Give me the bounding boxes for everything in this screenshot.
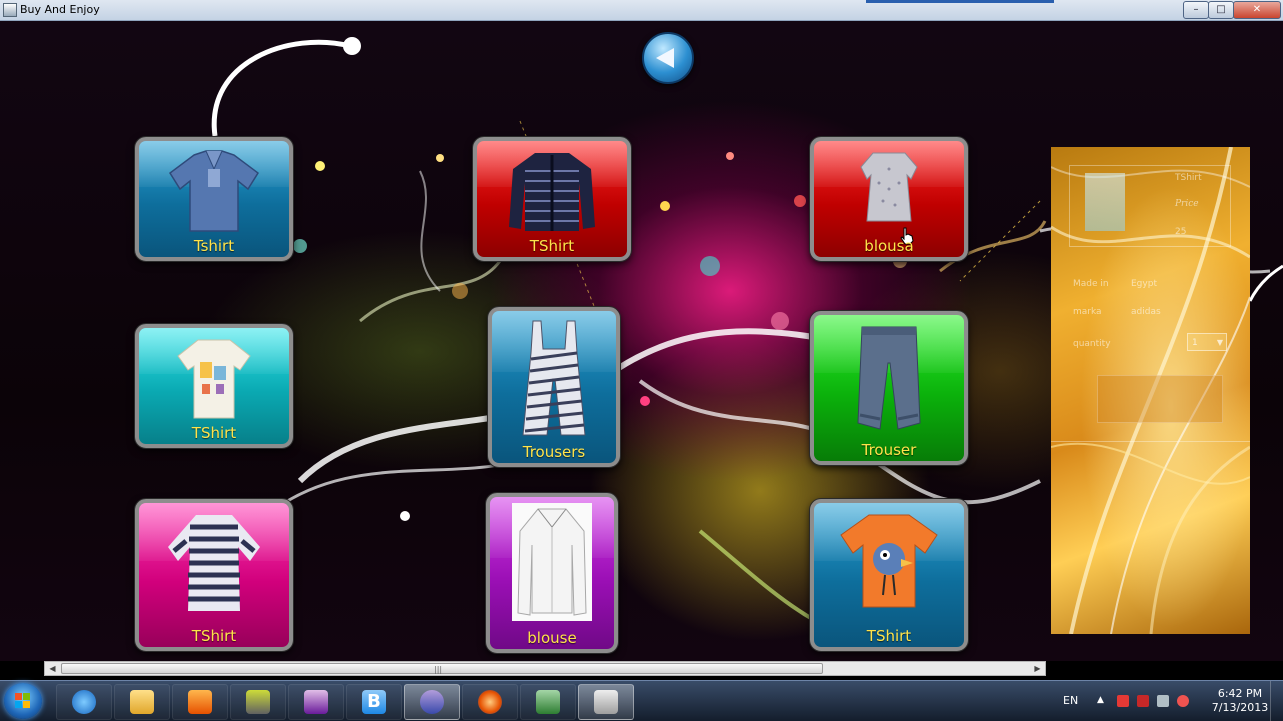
taskbar-shopping-app[interactable] (578, 684, 634, 720)
folder-icon (130, 690, 154, 714)
tools-icon (246, 690, 270, 714)
clock-date: 7/13/2013 (1211, 701, 1269, 714)
title-progress-strip (866, 0, 1054, 3)
product-tile-1[interactable]: Tshirt (135, 137, 293, 261)
chevron-down-icon: ▼ (1216, 338, 1223, 347)
scroll-right-icon[interactable]: ▶ (1030, 662, 1045, 675)
taskbar-network-app[interactable] (520, 684, 576, 720)
product-tile-5[interactable]: Trousers (488, 307, 620, 467)
blouse-icon (860, 152, 918, 222)
clock-time: 6:42 PM (1217, 687, 1263, 700)
product-details-panel: TShirt Price 25 Made in Egypt marka adid… (1051, 147, 1250, 634)
marka-label: marka (1073, 307, 1102, 317)
taskbar-tools[interactable] (230, 684, 286, 720)
product-label: blouse (527, 629, 577, 647)
window-titlebar: Buy And Enjoy – □ ✕ (0, 0, 1283, 21)
marka-value: adidas (1131, 307, 1161, 317)
buy-button[interactable] (1097, 375, 1223, 423)
product-tile-9[interactable]: TShirt (810, 499, 968, 651)
windows-logo-icon (15, 693, 31, 709)
close-button[interactable]: ✕ (1233, 1, 1281, 19)
product-tile-4[interactable]: TShirt (135, 324, 293, 448)
product-label: TShirt (866, 627, 912, 645)
polo-shirt-icon (168, 150, 260, 232)
infinity-app-icon (420, 690, 444, 714)
internet-explorer-icon (72, 690, 96, 714)
product-label: Trousers (522, 443, 586, 461)
product-label: blousa (864, 237, 914, 255)
show-hidden-icons-icon[interactable]: ▲ (1097, 695, 1109, 707)
taskbar-firefox[interactable] (462, 684, 518, 720)
product-tile-6[interactable]: Trouser (810, 311, 968, 465)
horizontal-scrollbar[interactable]: ◀ ||| ▶ (44, 661, 1046, 676)
taskbar-internet-explorer[interactable] (56, 684, 112, 720)
security-alert-icon[interactable] (1137, 695, 1149, 707)
back-arrow-icon (656, 48, 674, 68)
product-tile-2[interactable]: TShirt (473, 137, 631, 261)
product-label: Trouser (861, 441, 917, 459)
taskbar-media-player[interactable] (172, 684, 228, 720)
taskbar-explorer[interactable] (114, 684, 170, 720)
striped-longsleeve-icon (168, 515, 260, 611)
product-tile-3[interactable]: blousa (810, 137, 968, 261)
scrollbar-thumb[interactable]: ||| (61, 663, 823, 674)
detail-name: TShirt (1175, 173, 1202, 183)
visual-studio-icon (304, 690, 328, 714)
volume-icon[interactable] (1177, 695, 1189, 707)
minimize-button[interactable]: – (1183, 1, 1209, 19)
product-label: TShirt (191, 424, 237, 442)
panel-divider (1051, 441, 1250, 442)
network-status-icon[interactable] (1157, 695, 1169, 707)
product-tile-8[interactable]: blouse (486, 493, 618, 653)
taskbar-visual-studio[interactable] (288, 684, 344, 720)
quantity-value: 1 (1192, 338, 1198, 348)
flag-notification-icon[interactable] (1117, 695, 1129, 707)
back-button[interactable] (642, 32, 694, 84)
media-player-icon (188, 690, 212, 714)
network-app-icon (536, 690, 560, 714)
product-label: TShirt (529, 237, 575, 255)
taskbar-b-app[interactable]: B (346, 684, 402, 720)
b-app-icon: B (362, 690, 386, 714)
product-label: Tshirt (193, 237, 235, 255)
taskbar-infinity-app[interactable] (404, 684, 460, 720)
language-indicator[interactable]: EN (1063, 694, 1078, 707)
system-clock[interactable]: 6:42 PM 7/13/2013 (1205, 687, 1275, 715)
detail-price: 25 (1175, 227, 1187, 237)
made-in-label: Made in (1073, 279, 1109, 289)
scroll-left-icon[interactable]: ◀ (45, 662, 60, 675)
window-title: Buy And Enjoy (20, 3, 100, 16)
striped-cardigan-icon (509, 153, 595, 231)
maximize-button[interactable]: □ (1208, 1, 1234, 19)
product-label: TShirt (191, 627, 237, 645)
shop-canvas: Tshirt TShirt blousa TShirt Trousers Tro… (0, 21, 1283, 661)
system-tray: EN ▲ 6:42 PM 7/13/2013 (1053, 681, 1283, 721)
orange-tshirt-icon (840, 514, 938, 608)
windows-taskbar: B EN ▲ 6:42 PM 7/13/2013 (0, 680, 1283, 721)
product-tile-7[interactable]: TShirt (135, 499, 293, 651)
made-in-value: Egypt (1131, 279, 1157, 289)
trousers-icon (857, 326, 921, 430)
shopping-cart-app-icon (594, 690, 618, 714)
striped-overalls-icon (522, 320, 586, 436)
white-shirt-icon (517, 508, 587, 616)
quantity-label: quantity (1073, 339, 1111, 349)
selected-product-thumbnail (1085, 173, 1125, 231)
quantity-select[interactable]: 1 ▼ (1187, 333, 1227, 351)
start-button[interactable] (4, 683, 42, 719)
firefox-icon (478, 690, 502, 714)
kids-tshirt-icon (177, 339, 251, 419)
show-desktop-button[interactable] (1270, 681, 1283, 721)
app-icon (3, 3, 17, 17)
detail-price-label: Price (1175, 199, 1199, 209)
scrollbar-grip: ||| (434, 665, 443, 674)
